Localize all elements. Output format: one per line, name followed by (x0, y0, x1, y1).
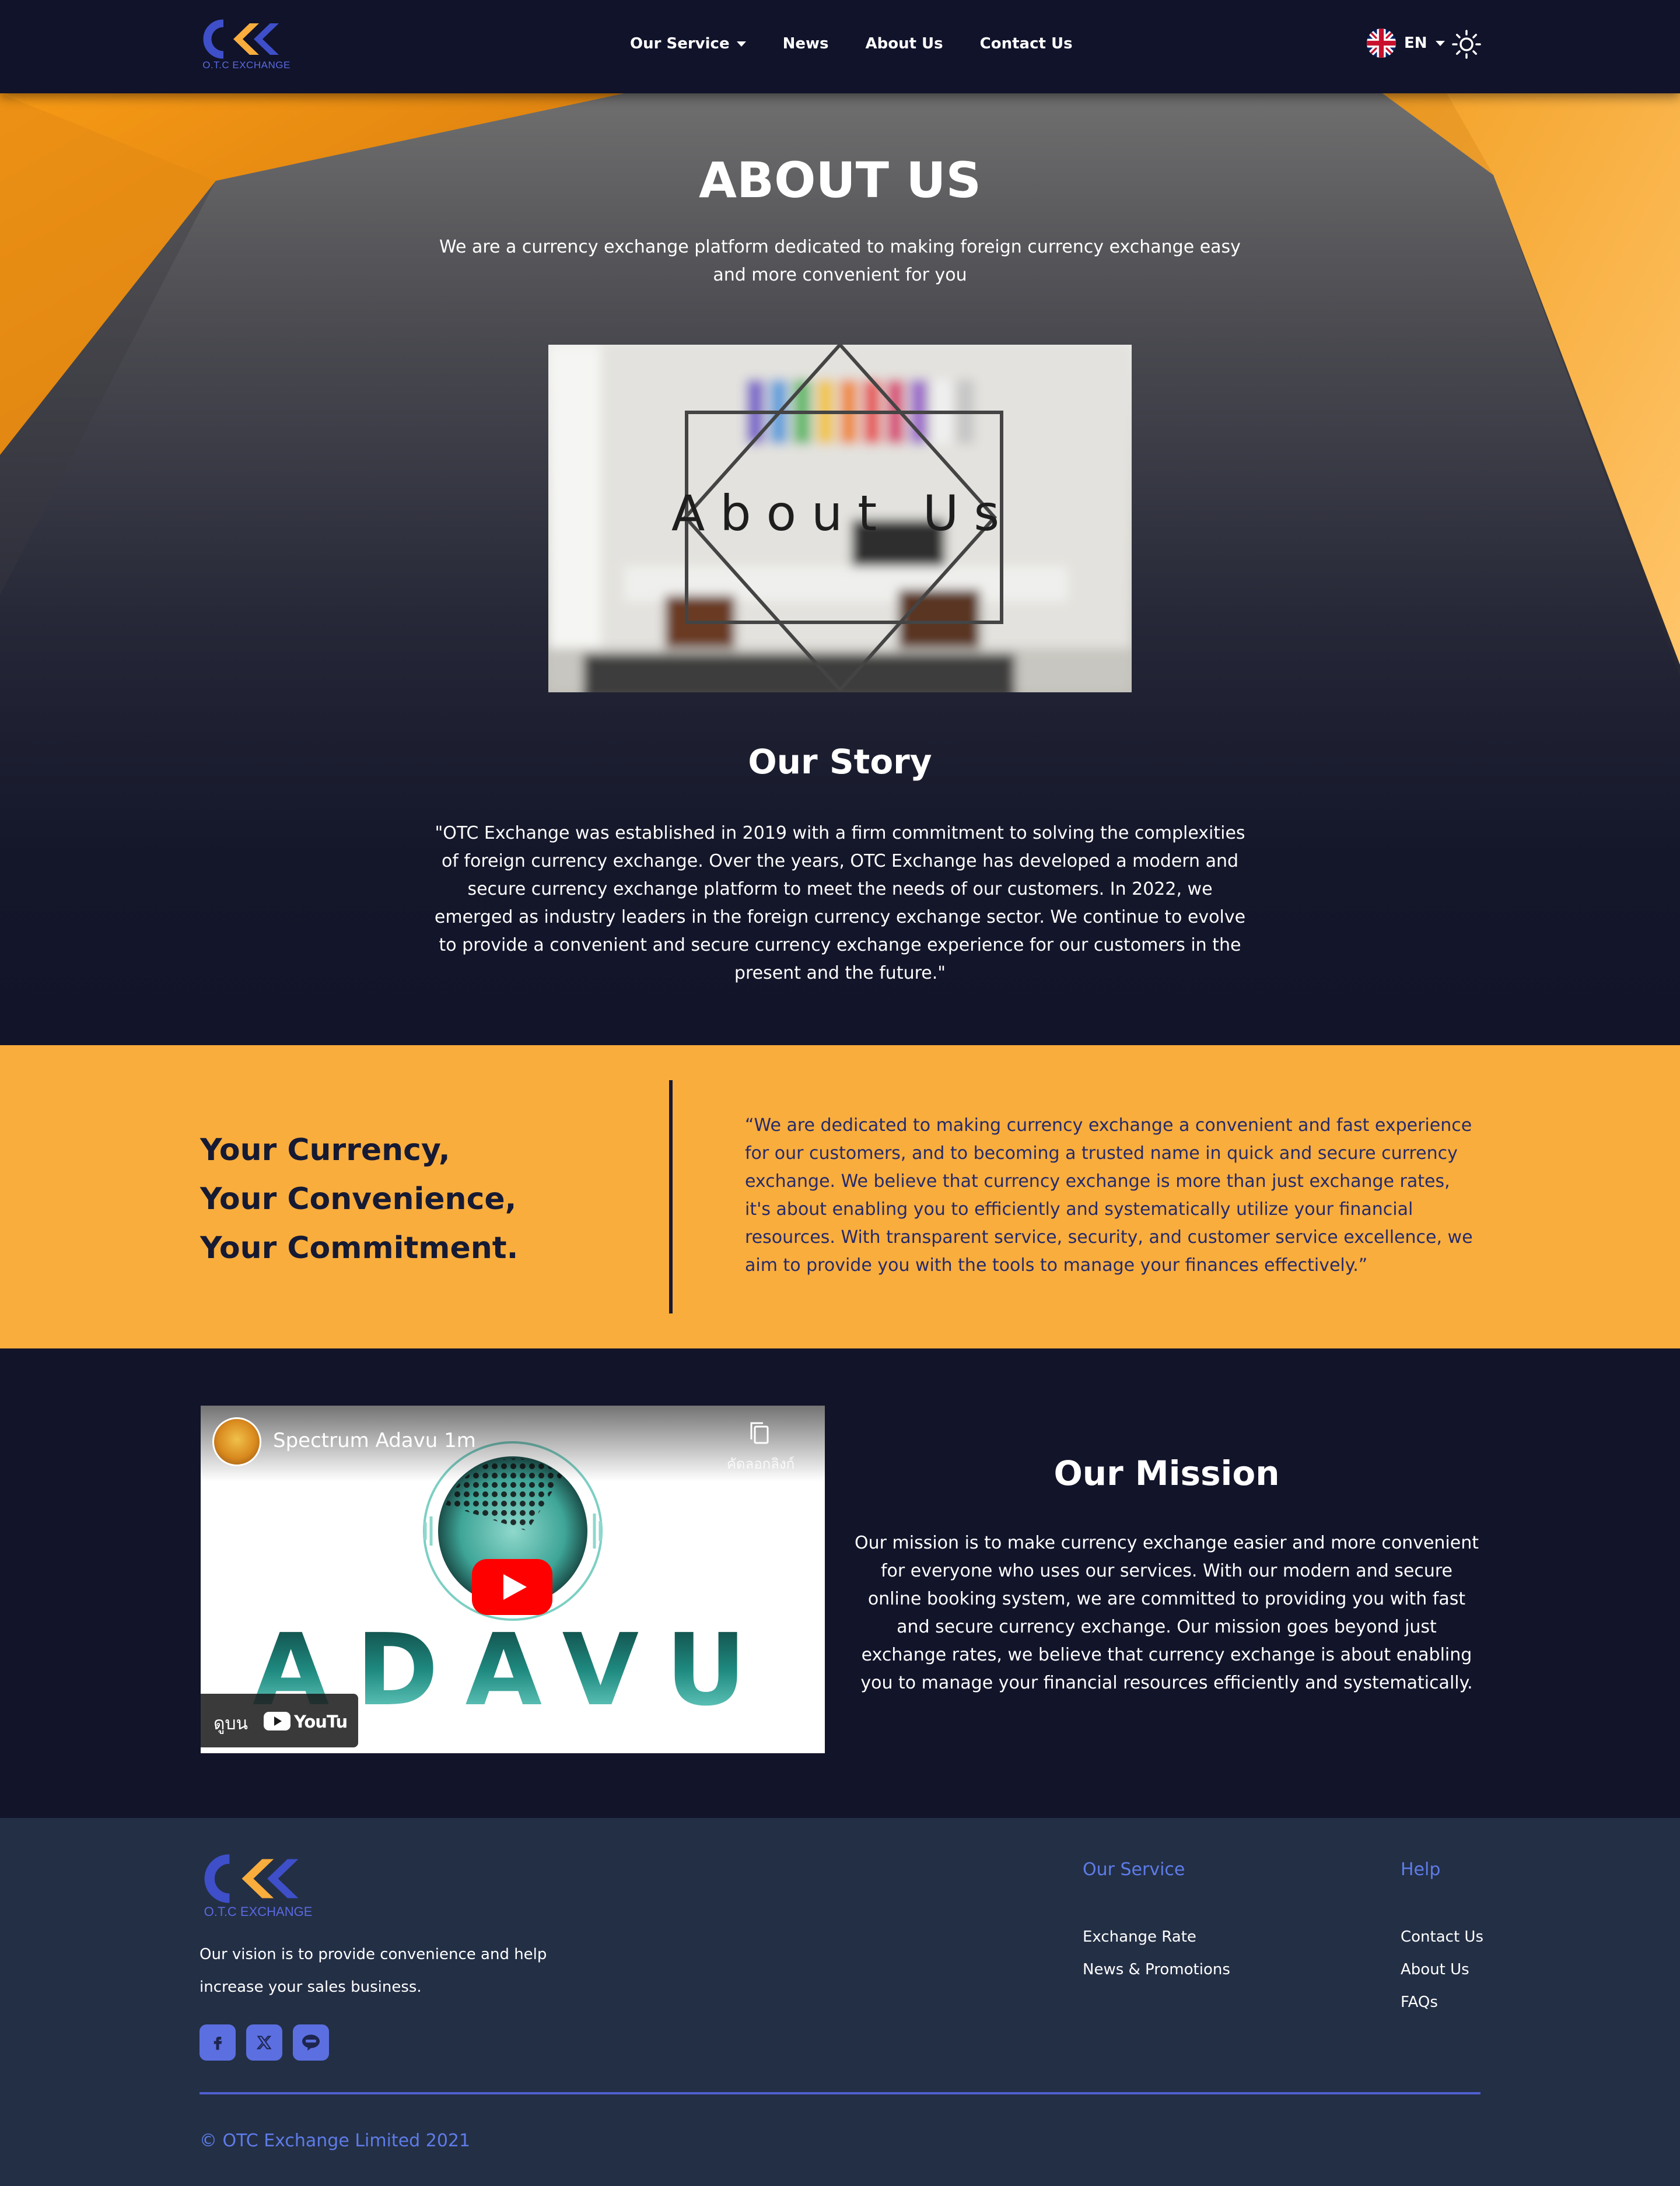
footer-service-links: Exchange Rate News & Promotions (1083, 1921, 1230, 1986)
commitment-band: Your Currency, Your Convenience, Your Co… (0, 1045, 1680, 1348)
mission-text: Our mission is to make currency exchange… (855, 1533, 1479, 1693)
footer-help-heading: Help (1401, 1859, 1441, 1880)
line-icon[interactable] (293, 2024, 329, 2061)
nav-our-service-label: Our Service (630, 35, 730, 52)
otc-logo[interactable]: O.T.C EXCHANGE (198, 19, 295, 72)
nav-about-us[interactable]: About Us (865, 35, 943, 52)
mission-title: Our Mission (1054, 1453, 1280, 1493)
story-title: Our Story (748, 742, 932, 782)
commitment-quote: “We are dedicated to making currency exc… (745, 1115, 1473, 1276)
nav-our-service[interactable]: Our Service (630, 35, 746, 52)
vertical-divider (669, 1080, 673, 1313)
slogan-line-2: Your Convenience, (200, 1182, 517, 1217)
footer-logo[interactable]: O.T.C EXCHANGE (198, 1853, 318, 1919)
otc-logo-mark-icon (204, 1854, 299, 1903)
nav-news[interactable]: News (783, 35, 829, 52)
youtube-logo-icon: YouTube (264, 1712, 348, 1732)
hero-subtitle: We are a currency exchange platform dedi… (439, 237, 1241, 285)
caret-down-icon (1435, 40, 1445, 46)
footer-help-links: Contact Us About Us FAQs (1401, 1921, 1483, 2019)
video-title[interactable]: Spectrum Adavu 1m (273, 1429, 476, 1452)
youtube-video-embed[interactable]: ADAVU Spectrum Adavu 1m คัดลอกลิงก์ ดูบน… (201, 1406, 825, 1753)
uk-flag-icon (1367, 29, 1396, 58)
footer-link-contact-us[interactable]: Contact Us (1401, 1921, 1483, 1953)
x-icon[interactable] (246, 2024, 282, 2061)
about-us-photo: About Us (548, 345, 1132, 692)
footer-link-exchange-rate[interactable]: Exchange Rate (1083, 1921, 1230, 1953)
slogan: Your Currency, Your Convenience, Your Co… (200, 1126, 518, 1273)
caret-down-icon (736, 41, 746, 47)
about-hero: ABOUT US We are a currency exchange plat… (0, 93, 1680, 1045)
footer-link-about-us[interactable]: About Us (1401, 1953, 1483, 1986)
mission-section: ADAVU Spectrum Adavu 1m คัดลอกลิงก์ ดูบน… (0, 1348, 1680, 1818)
copy-link-label[interactable]: คัดลอกลิงก์ (720, 1452, 802, 1475)
watch-on-label: ดูบน (214, 1714, 249, 1734)
youtube-logo-label: YouTube (293, 1712, 348, 1732)
social-links (200, 2024, 329, 2061)
channel-avatar[interactable] (212, 1417, 261, 1466)
copy-link-icon[interactable] (748, 1421, 771, 1446)
navbar: O.T.C EXCHANGE Our Service News About Us… (0, 0, 1680, 93)
language-code: EN (1404, 34, 1427, 52)
facebook-icon[interactable] (200, 2024, 236, 2061)
watch-on-youtube-button[interactable]: ดูบน YouTube (201, 1694, 358, 1747)
nav-contact-us[interactable]: Contact Us (980, 35, 1073, 52)
story-text: "OTC Exchange was established in 2019 wi… (434, 823, 1246, 983)
logo-subtitle: O.T.C EXCHANGE (202, 59, 290, 71)
main-nav: Our Service News About Us Contact Us (630, 35, 1073, 52)
footer-link-news-promotions[interactable]: News & Promotions (1083, 1953, 1230, 1986)
slogan-line-3: Your Commitment. (200, 1231, 519, 1266)
about-us-image-caption: About Us (671, 485, 1014, 542)
slogan-line-1: Your Currency, (200, 1133, 450, 1168)
footer-link-faqs[interactable]: FAQs (1401, 1986, 1483, 2019)
footer-vision: Our vision is to provide convenience and… (200, 1946, 547, 1996)
footer: O.T.C EXCHANGE Our vision is to provide … (0, 1818, 1680, 2186)
play-icon[interactable] (472, 1559, 552, 1615)
footer-logo-subtitle: O.T.C EXCHANGE (204, 1904, 313, 1919)
sun-icon[interactable] (1451, 29, 1482, 59)
page-title: ABOUT US (699, 152, 981, 209)
language-selector[interactable]: EN (1367, 29, 1445, 58)
copyright: © OTC Exchange Limited 2021 (200, 2131, 471, 2151)
footer-divider (200, 2092, 1480, 2094)
otc-logo-mark-icon (203, 19, 279, 59)
about-us-image: About Us (548, 345, 1132, 692)
footer-our-service-heading: Our Service (1083, 1859, 1185, 1880)
